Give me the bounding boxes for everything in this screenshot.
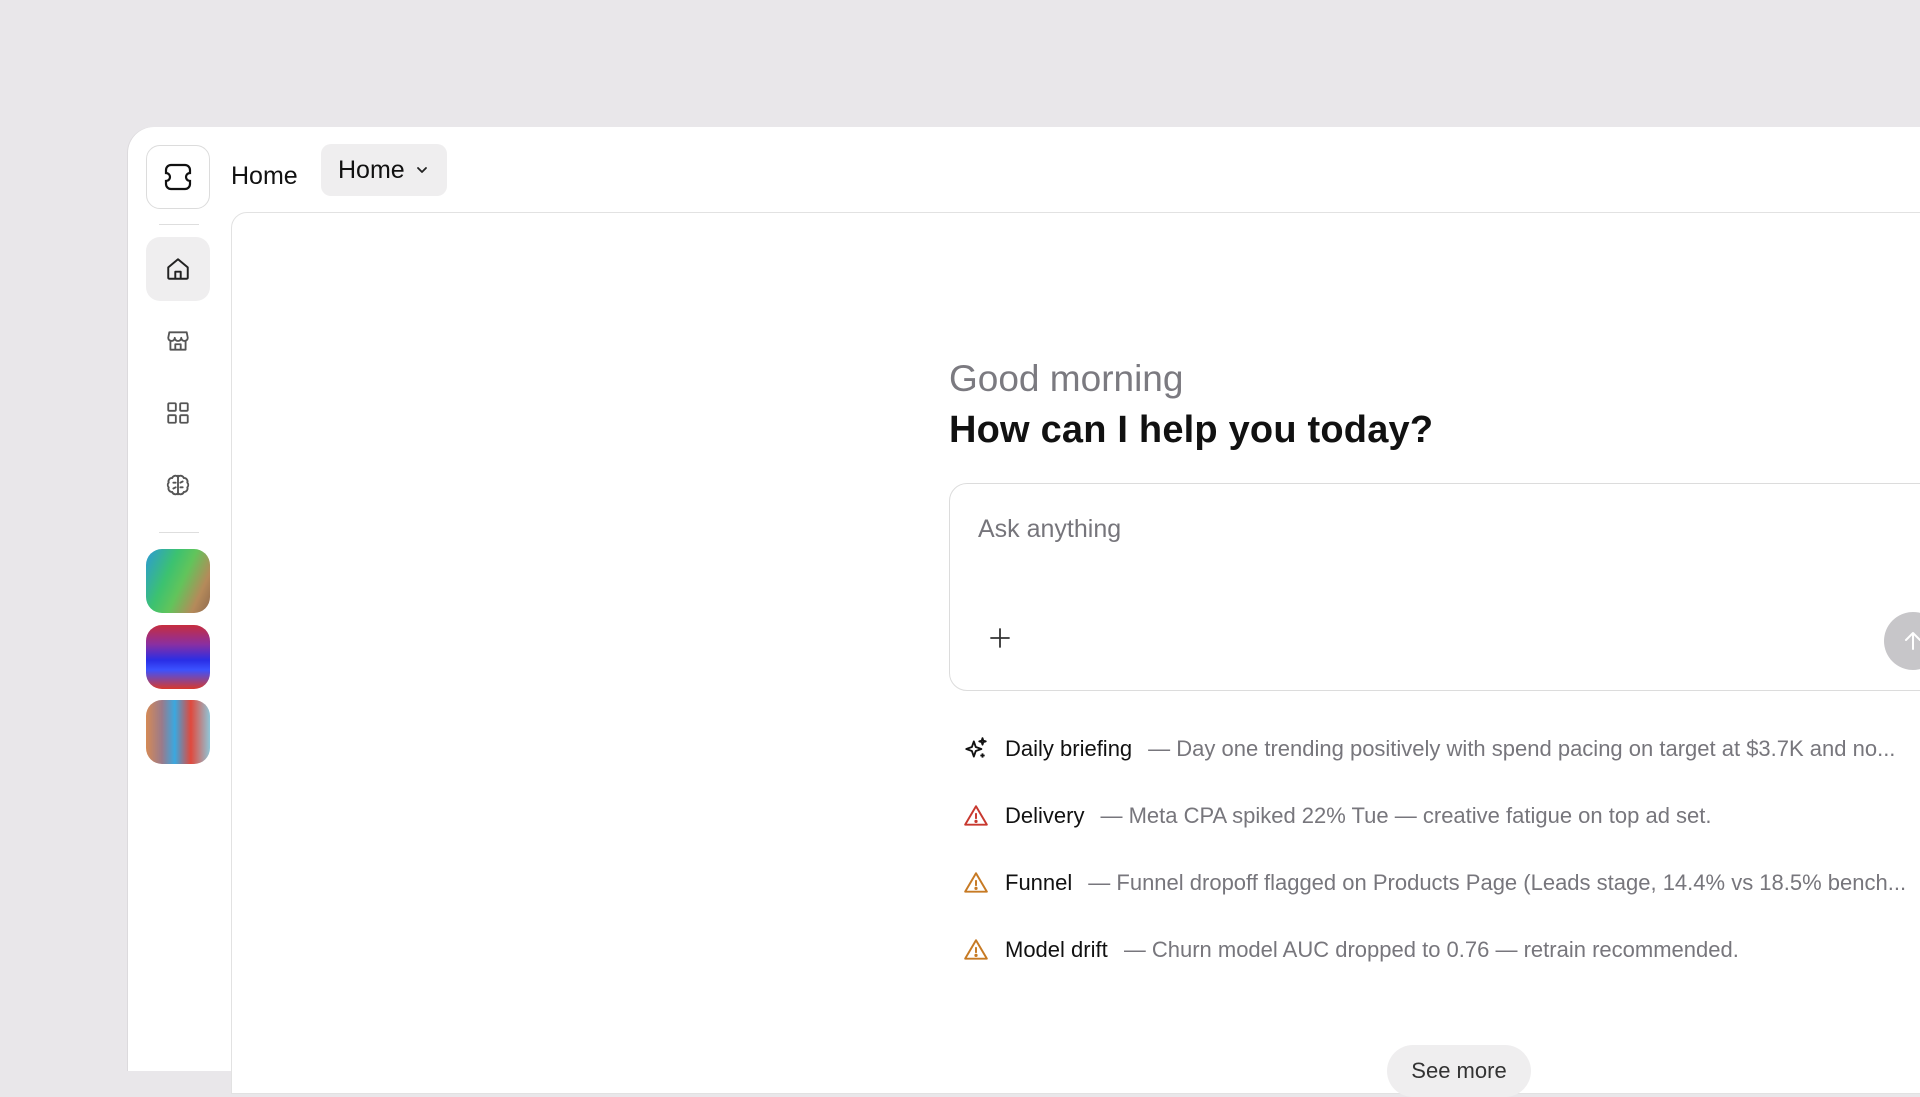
chevron-down-icon	[416, 167, 427, 173]
insight-description: — Funnel dropoff flagged on Products Pag…	[1088, 869, 1907, 895]
sidebar-divider	[159, 532, 199, 533]
greeting: Good morning	[949, 358, 1184, 399]
app-logo-button[interactable]	[146, 145, 210, 209]
page-title: How can I help you today?	[949, 409, 1434, 451]
insight-funnel[interactable]: Funnel — Funnel dropoff flagged on Produ…	[949, 849, 1920, 916]
breadcrumb-home[interactable]: Home	[231, 159, 298, 193]
sidebar-item-apps[interactable]	[146, 381, 210, 445]
insight-daily-briefing[interactable]: Daily briefing — Day one trending positi…	[949, 715, 1920, 782]
home-icon	[167, 258, 189, 280]
insights-list: Daily briefing — Day one trending positi…	[949, 715, 1920, 983]
arrow-up-icon	[1905, 632, 1920, 650]
sidebar-divider	[159, 224, 199, 225]
chat-input[interactable]	[976, 514, 1880, 545]
insight-delivery[interactable]: Delivery — Meta CPA spiked 22% Tue — cre…	[949, 782, 1920, 849]
insight-title: Model drift	[1005, 936, 1108, 962]
page-dropdown[interactable]: Home	[321, 144, 447, 196]
app-window: Home Home Good morning How can I help yo…	[128, 127, 1920, 1097]
sidebar-item-store[interactable]	[146, 309, 210, 373]
insight-title: Daily briefing	[1005, 735, 1133, 761]
workspace-avatar-3[interactable]	[146, 700, 210, 764]
apps-grid-icon	[167, 402, 189, 424]
page-dropdown-label: Home	[338, 155, 405, 184]
send-button[interactable]	[1884, 612, 1920, 670]
see-more-button[interactable]: See more	[1387, 1045, 1531, 1097]
sidebar-item-home[interactable]	[146, 237, 210, 301]
sidebar-item-brain[interactable]	[146, 453, 210, 517]
insight-model-drift[interactable]: Model drift — Churn model AUC dropped to…	[949, 916, 1920, 983]
app-logo-icon	[164, 163, 192, 191]
store-icon	[167, 331, 189, 351]
insight-description: — Day one trending positively with spend…	[1148, 735, 1896, 761]
sparkle-icon	[963, 736, 989, 762]
insight-description: — Churn model AUC dropped to 0.76 — retr…	[1123, 936, 1739, 962]
main-panel: Good morning How can I help you today? A…	[231, 212, 1920, 1097]
workspace-avatar-1[interactable]	[146, 549, 210, 613]
attach-button[interactable]	[986, 624, 1014, 652]
insight-description: — Meta CPA spiked 22% Tue — creative fat…	[1100, 802, 1712, 828]
warning-icon	[963, 870, 989, 896]
plus-icon	[990, 628, 1010, 648]
workspace-avatar-2[interactable]	[146, 625, 210, 689]
insight-title: Funnel	[1005, 869, 1073, 895]
sidebar	[128, 127, 232, 1071]
warning-icon	[963, 803, 989, 829]
chat-composer	[949, 483, 1920, 691]
brain-icon	[166, 474, 190, 496]
insight-title: Delivery	[1005, 802, 1085, 828]
warning-icon	[963, 937, 989, 963]
